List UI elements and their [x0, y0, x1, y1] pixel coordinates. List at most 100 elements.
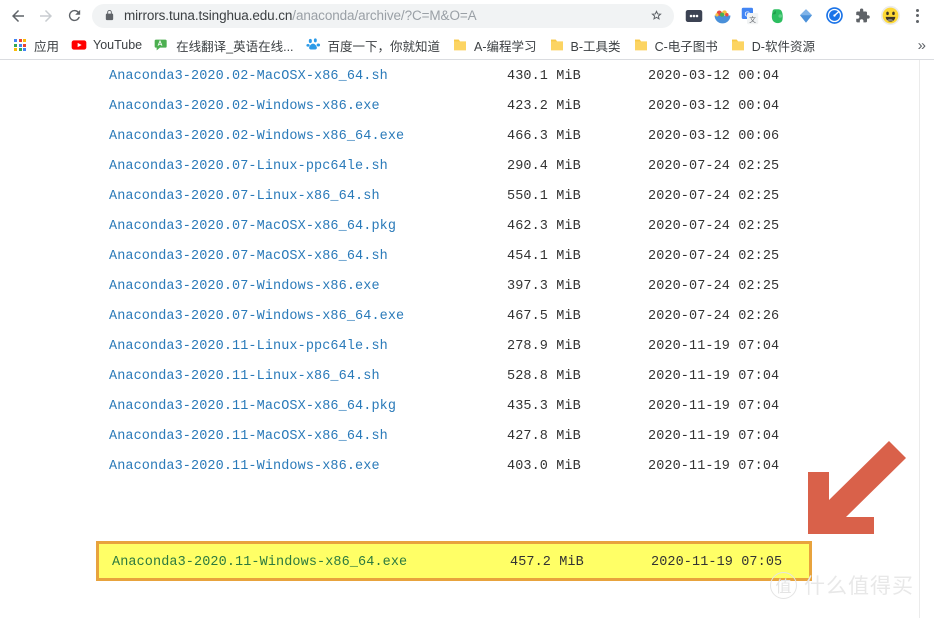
file-name-link[interactable]: Anaconda3-2020.07-Linux-x86_64.sh — [109, 189, 380, 204]
file-row: Anaconda3-2020.11-MacOSX-x86_64.pkg 435.3… — [0, 393, 920, 423]
forward-arrow-icon — [40, 9, 52, 22]
bowl-extension-icon[interactable] — [711, 5, 733, 27]
file-name-link[interactable]: Anaconda3-2020.02-Windows-x86.exe — [109, 99, 380, 114]
file-date: 2020-03-12 00:04 — [648, 69, 780, 84]
file-name-link[interactable]: Anaconda3-2020.11-Windows-x86.exe — [109, 459, 380, 474]
file-date: 2020-11-19 07:04 — [648, 429, 780, 444]
down-left-arrow-icon — [808, 441, 906, 534]
browser-toolbar: mirrors.tuna.tsinghua.edu.cn/anaconda/ar… — [0, 0, 934, 31]
file-size: 290.4 MiB — [507, 159, 581, 174]
watermark-logo: 值 — [770, 571, 797, 599]
bookmark-folder-d[interactable]: D-软件资源 — [724, 34, 821, 56]
file-name-link[interactable]: Anaconda3-2020.11-Linux-ppc64le.sh — [109, 339, 388, 354]
bookmark-youtube[interactable]: YouTube — [65, 34, 148, 56]
bookmark-star-button[interactable] — [649, 8, 664, 23]
site-watermark: 值 什么值得买 — [770, 570, 914, 600]
file-date: 2020-07-24 02:26 — [648, 309, 780, 324]
file-row: Anaconda3-2020.07-Windows-x86_64.exe 467.… — [0, 303, 920, 333]
bookmark-folder-a[interactable]: A-编程学习 — [446, 34, 543, 56]
file-size: 454.1 MiB — [507, 249, 581, 264]
file-row: Anaconda3-2020.02-Windows-x86.exe 423.2 M… — [0, 93, 920, 123]
puzzle-extensions-icon[interactable] — [851, 5, 873, 27]
file-name-link[interactable]: Anaconda3-2020.07-Linux-ppc64le.sh — [109, 159, 388, 174]
file-size: 423.2 MiB — [507, 99, 581, 114]
url-path: /anaconda/archive/?C=M&O=A — [292, 8, 477, 23]
url-text: mirrors.tuna.tsinghua.edu.cn/anaconda/ar… — [124, 8, 641, 23]
file-name-link[interactable]: Anaconda3-2020.07-Windows-x86.exe — [109, 279, 380, 294]
evernote-icon[interactable] — [767, 5, 789, 27]
url-host: mirrors.tuna.tsinghua.edu.cn — [124, 8, 293, 23]
scrollbar-track-edge — [919, 60, 920, 618]
file-name-link[interactable]: Anaconda3-2020.11-MacOSX-x86_64.pkg — [109, 399, 396, 414]
speed-extension-icon[interactable] — [823, 5, 845, 27]
google-translate-icon[interactable]: G 文 — [739, 5, 761, 27]
address-bar[interactable]: mirrors.tuna.tsinghua.edu.cn/anaconda/ar… — [92, 3, 674, 28]
forward-button[interactable] — [32, 2, 60, 30]
file-name-link[interactable]: Anaconda3-2020.07-MacOSX-x86_64.pkg — [109, 219, 396, 234]
file-name-link[interactable]: Anaconda3-2020.11-MacOSX-x86_64.sh — [109, 429, 388, 444]
file-name-link[interactable]: Anaconda3-2020.02-Windows-x86_64.exe — [109, 129, 404, 144]
file-row: Anaconda3-2020.02-Windows-x86_64.exe 466.… — [0, 123, 920, 153]
file-name-link[interactable]: Anaconda3-2020.07-Windows-x86_64.exe — [109, 309, 404, 324]
apps-grid-icon — [12, 37, 28, 53]
folder-icon — [452, 37, 468, 53]
menu-dot — [915, 19, 919, 23]
down-left-arrow — [800, 438, 910, 538]
file-row: Anaconda3-2020.07-MacOSX-x86_64.pkg 462.3… — [0, 213, 920, 243]
file-date: 2020-07-24 02:25 — [648, 189, 780, 204]
file-size: 528.8 MiB — [507, 369, 581, 384]
bookmark-folder-c[interactable]: C-电子图书 — [627, 34, 724, 56]
bookmark-folder-b[interactable]: B-工具类 — [543, 34, 627, 56]
file-size: 430.1 MiB — [507, 69, 581, 84]
file-size: 278.9 MiB — [507, 339, 581, 354]
diamond-extension-icon[interactable] — [795, 5, 817, 27]
lock-icon — [104, 9, 115, 22]
file-date: 2020-07-24 02:25 — [648, 249, 780, 264]
file-row: Anaconda3-2020.07-MacOSX-x86_64.sh 454.1 … — [0, 243, 920, 273]
star-icon — [651, 10, 662, 20]
reload-button[interactable] — [60, 2, 88, 30]
back-button[interactable] — [4, 2, 32, 30]
file-date: 2020-07-24 02:25 — [648, 159, 780, 174]
file-row: Anaconda3-2020.11-Windows-x86.exe 403.0 M… — [0, 453, 920, 483]
scrollbar-gutter[interactable] — [920, 60, 934, 618]
file-date: 2020-11-19 07:04 — [648, 339, 780, 354]
profile-avatar[interactable] — [879, 5, 901, 27]
file-size: 397.3 MiB — [507, 279, 581, 294]
bookmark-online-translate[interactable]: 在线翻译_英语在线... — [148, 34, 299, 56]
dots-extension-icon[interactable] — [683, 5, 705, 27]
folder-icon — [549, 37, 565, 53]
folder-icon — [633, 37, 649, 53]
file-size: 462.3 MiB — [507, 219, 581, 234]
file-size: 550.1 MiB — [507, 189, 581, 204]
bookmark-label: C-电子图书 — [654, 39, 718, 54]
menu-dot — [915, 8, 919, 12]
bookmark-label: B-工具类 — [570, 39, 621, 54]
file-name-link[interactable]: Anaconda3-2020.02-MacOSX-x86_64.sh — [109, 69, 388, 84]
file-row: Anaconda3-2020.07-Linux-ppc64le.sh 290.4 … — [0, 153, 920, 183]
file-size: 457.2 MiB — [510, 555, 584, 570]
file-name-link[interactable]: Anaconda3-2020.11-Linux-x86_64.sh — [109, 369, 380, 384]
bookmark-baidu[interactable]: 百度一下，你就知道 — [300, 34, 447, 56]
bookmarks-overflow-button[interactable]: » — [918, 38, 926, 53]
highlighted-file-row[interactable]: Anaconda3-2020.11-Windows-x86_64.exe 457… — [96, 541, 812, 581]
bookmark-label: 应用 — [34, 39, 60, 54]
file-size: 466.3 MiB — [507, 129, 581, 144]
bookmark-label: 百度一下，你就知道 — [327, 39, 441, 54]
bookmark-apps[interactable]: 应用 — [6, 34, 65, 56]
chrome-menu-button[interactable] — [907, 4, 927, 28]
file-date: 2020-03-12 00:04 — [648, 99, 780, 114]
file-row: Anaconda3-2020.02-MacOSX-x86_64.sh 430.1 … — [0, 63, 920, 93]
file-name-link[interactable]: Anaconda3-2020.07-MacOSX-x86_64.sh — [109, 249, 388, 264]
file-date: 2020-03-12 00:06 — [648, 129, 780, 144]
file-date: 2020-11-19 07:05 — [651, 555, 783, 570]
page-content: Anaconda3-2020.02-MacOSX-x86_64.sh 430.1 … — [0, 60, 934, 618]
bookmark-label: A-编程学习 — [474, 39, 537, 54]
menu-dot — [915, 14, 919, 17]
reload-icon — [68, 9, 80, 22]
svg-text:文: 文 — [749, 15, 756, 24]
file-name-link[interactable]: Anaconda3-2020.11-Windows-x86_64.exe — [112, 555, 407, 570]
bookmarks-bar: 应用 YouTube 在线翻译_英语在线... 百度一下，你就知道 A-编程学习… — [0, 31, 934, 59]
baidu-icon — [305, 37, 322, 53]
back-arrow-icon — [12, 9, 24, 22]
